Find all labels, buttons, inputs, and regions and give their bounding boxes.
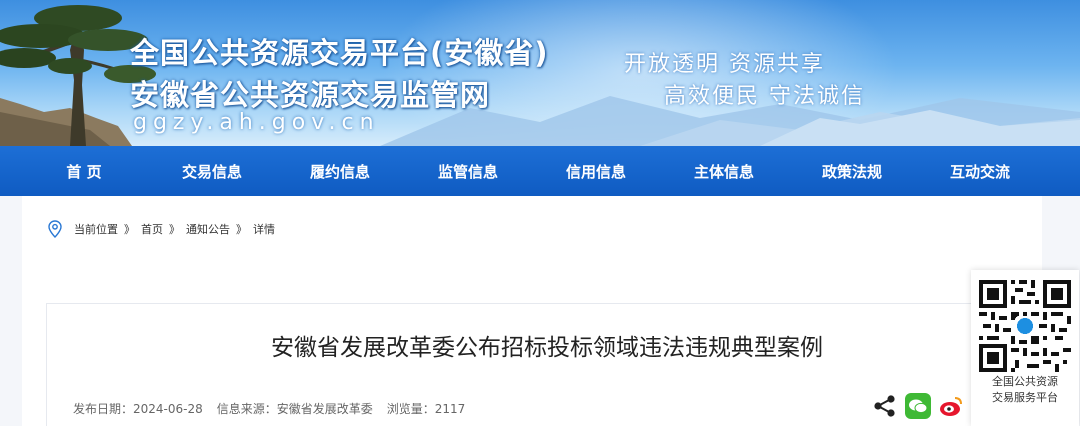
nav-item-credit-info[interactable]: 信用信息: [532, 161, 660, 182]
breadcrumb: 当前位置 》 首页 》 通知公告 》 详情: [48, 220, 275, 238]
slogan-line1: 开放透明 资源共享: [624, 52, 825, 77]
breadcrumb-item-detail: 详情: [253, 223, 275, 236]
article-title: 安徽省发展改革委公布招标投标领域违法违规典型案例: [271, 335, 823, 361]
article-meta: 发布日期：2024-06-28 信息来源：安徽省发展改革委 浏览量：2117: [73, 400, 479, 417]
view-count: 浏览量：2117: [386, 402, 466, 416]
breadcrumb-item-notice[interactable]: 通知公告: [186, 221, 230, 237]
breadcrumb-separator: 》: [124, 223, 135, 236]
share-icon[interactable]: [872, 393, 898, 419]
breadcrumb-separator: 》: [236, 223, 247, 236]
publish-date: 发布日期：2024-06-28: [73, 402, 203, 416]
site-title-line2: 安徽省公共资源交易监管网: [130, 78, 491, 112]
share-bar: [872, 393, 898, 419]
qr-label-line2: 交易服务平台: [992, 391, 1058, 404]
nav-item-policy[interactable]: 政策法规: [788, 161, 916, 182]
qr-code-panel[interactable]: 全国公共资源 交易服务平台: [971, 270, 1079, 426]
site-title-line1: 全国公共资源交易平台(安徽省): [130, 36, 549, 70]
weibo-share[interactable]: [938, 393, 964, 419]
main-nav: 首 页 交易信息 履约信息 监管信息 信用信息 主体信息 政策法规 互动交流: [0, 146, 1080, 196]
nav-item-trade-info[interactable]: 交易信息: [148, 161, 276, 182]
slogan-line2: 高效便民 守法诚信: [664, 84, 865, 109]
nav-item-performance-info[interactable]: 履约信息: [276, 161, 404, 182]
breadcrumb-separator: 》: [169, 223, 180, 236]
qr-label-line1: 全国公共资源: [992, 375, 1058, 388]
site-domain: ggzy.ah.gov.cn: [133, 110, 380, 135]
page: 全国公共资源交易平台(安徽省) 安徽省公共资源交易监管网 ggzy.ah.gov…: [0, 0, 1080, 426]
nav-item-supervision-info[interactable]: 监管信息: [404, 161, 532, 182]
nav-item-home[interactable]: 首 页: [20, 161, 148, 182]
breadcrumb-prefix: 当前位置: [74, 223, 118, 236]
location-pin-icon: [48, 220, 62, 238]
qr-code-image: [979, 280, 1071, 372]
info-source: 信息来源：安徽省发展改革委: [216, 402, 373, 416]
nav-item-entity-info[interactable]: 主体信息: [660, 161, 788, 182]
nav-item-interaction[interactable]: 互动交流: [916, 161, 1044, 182]
wechat-share[interactable]: [905, 393, 931, 419]
header-banner: 全国公共资源交易平台(安徽省) 安徽省公共资源交易监管网 ggzy.ah.gov…: [0, 0, 1080, 146]
qr-code-label: 全国公共资源 交易服务平台: [971, 374, 1079, 406]
breadcrumb-item-home[interactable]: 首页: [141, 221, 163, 237]
wechat-icon[interactable]: [905, 393, 931, 419]
weibo-icon[interactable]: [938, 393, 964, 419]
